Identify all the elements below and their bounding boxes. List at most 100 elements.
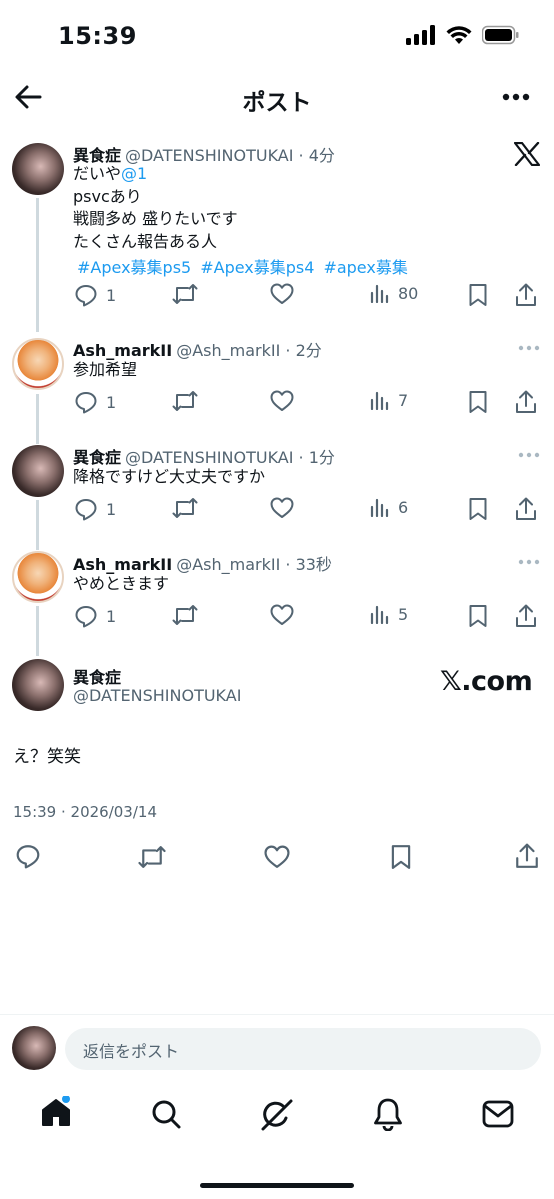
tweet-actions: 1 6	[74, 497, 544, 527]
bookmark-button[interactable]	[468, 604, 488, 628]
signal-icon	[406, 25, 435, 45]
more-icon	[518, 452, 540, 458]
nav-grok[interactable]	[260, 1098, 294, 1132]
user-handle[interactable]: @Ash_markII	[176, 341, 280, 360]
bookmark-button[interactable]	[468, 283, 488, 307]
notifications-icon	[374, 1098, 402, 1131]
tweet-line: 戦闘多め 盛りたいです	[73, 209, 238, 228]
tweet-text: 降格ですけど大丈夫ですか	[73, 467, 266, 486]
user-handle[interactable]: @DATENSHINOTUKAI	[125, 448, 293, 467]
more-button[interactable]	[502, 93, 530, 101]
wifi-icon	[446, 26, 472, 44]
display-name[interactable]: Ash_markII	[73, 341, 172, 360]
share-button[interactable]	[515, 283, 537, 307]
share-button[interactable]	[515, 497, 537, 521]
tweet-more-button[interactable]	[518, 452, 540, 458]
bookmark-icon	[469, 391, 487, 413]
avatar[interactable]	[12, 551, 64, 603]
repost-button[interactable]	[172, 497, 198, 519]
post-time: 1分	[308, 448, 335, 467]
reply-icon	[75, 285, 97, 307]
like-button[interactable]	[270, 283, 294, 305]
repost-button[interactable]	[137, 845, 167, 869]
tweet-more-button[interactable]	[518, 345, 540, 351]
display-name[interactable]: 異食症	[73, 664, 121, 688]
thread-line	[36, 198, 39, 332]
like-button[interactable]	[270, 390, 294, 412]
battery-icon	[482, 25, 519, 45]
status-icons	[406, 25, 520, 45]
bottom-nav	[0, 1090, 554, 1150]
user-handle[interactable]: @Ash_markII	[176, 555, 280, 574]
reply-button[interactable]: 1	[74, 497, 116, 521]
nav-search[interactable]	[150, 1098, 182, 1130]
nav-messages[interactable]	[482, 1100, 514, 1128]
reply-icon	[16, 845, 40, 869]
nav-notifications[interactable]	[372, 1097, 404, 1131]
views-button[interactable]: 80	[370, 283, 418, 303]
like-button[interactable]	[263, 845, 291, 869]
tweet-actions: 1 7	[74, 390, 544, 420]
like-icon	[264, 845, 290, 868]
bookmark-button[interactable]	[390, 844, 412, 870]
tweet-more-button[interactable]	[518, 559, 540, 565]
like-button[interactable]	[270, 604, 294, 626]
reply-button[interactable]: 1	[74, 604, 116, 628]
mention-link[interactable]: @1	[121, 164, 147, 183]
divider	[0, 1014, 554, 1015]
avatar[interactable]	[12, 445, 64, 497]
x-logo-button[interactable]	[514, 142, 540, 166]
tweet-actions: 1 80	[74, 283, 544, 313]
avatar	[12, 1026, 56, 1070]
thread-line	[36, 606, 39, 656]
like-icon	[270, 283, 294, 304]
views-button[interactable]: 5	[370, 604, 408, 624]
avatar[interactable]	[12, 143, 64, 195]
reply-input[interactable]: 返信をポスト	[65, 1028, 541, 1070]
bookmark-button[interactable]	[468, 497, 488, 521]
reply-button[interactable]: 1	[74, 390, 116, 414]
repost-icon	[172, 391, 198, 411]
reply-button[interactable]	[15, 843, 41, 869]
avatar[interactable]	[12, 338, 64, 390]
more-icon	[518, 559, 540, 565]
tweet-line: psvcあり	[73, 186, 142, 206]
share-icon	[516, 390, 536, 413]
tweet-header: Ash_markII @Ash_markII · 2分	[73, 341, 322, 360]
share-button[interactable]	[515, 604, 537, 628]
display-name[interactable]: Ash_markII	[73, 555, 172, 574]
nav-home[interactable]	[40, 1096, 72, 1128]
like-button[interactable]	[270, 497, 294, 519]
views-count: 7	[398, 390, 409, 410]
bookmark-button[interactable]	[468, 390, 488, 414]
x-com-brand: 𝕏.com	[440, 666, 533, 697]
reply-icon	[75, 392, 97, 414]
reply-button[interactable]: 1	[74, 283, 116, 307]
views-icon	[370, 605, 389, 624]
repost-button[interactable]	[172, 283, 198, 305]
bookmark-icon	[391, 845, 411, 869]
avatar[interactable]	[12, 659, 64, 711]
hashtag-link[interactable]: #apex募集	[323, 258, 407, 277]
views-icon	[370, 391, 389, 410]
views-button[interactable]: 7	[370, 390, 408, 410]
views-button[interactable]: 6	[370, 497, 408, 517]
grok-icon	[261, 1099, 293, 1131]
hashtag-link[interactable]: #Apex募集ps5	[77, 258, 191, 277]
views-count: 6	[398, 497, 409, 517]
status-time: 15:39	[58, 22, 137, 50]
x-logo-icon	[514, 142, 540, 166]
views-icon	[370, 498, 389, 517]
hashtag-link[interactable]: #Apex募集ps4	[200, 258, 314, 277]
post-time: 2分	[295, 341, 322, 360]
repost-button[interactable]	[172, 604, 198, 626]
display-name[interactable]: 異食症	[73, 448, 121, 467]
like-icon	[270, 390, 294, 411]
more-icon	[502, 93, 530, 101]
repost-button[interactable]	[172, 390, 198, 412]
home-indicator	[200, 1183, 354, 1188]
share-button[interactable]	[515, 843, 539, 869]
user-handle[interactable]: @DATENSHINOTUKAI	[73, 686, 241, 705]
share-button[interactable]	[515, 390, 537, 414]
reply-icon	[75, 499, 97, 521]
